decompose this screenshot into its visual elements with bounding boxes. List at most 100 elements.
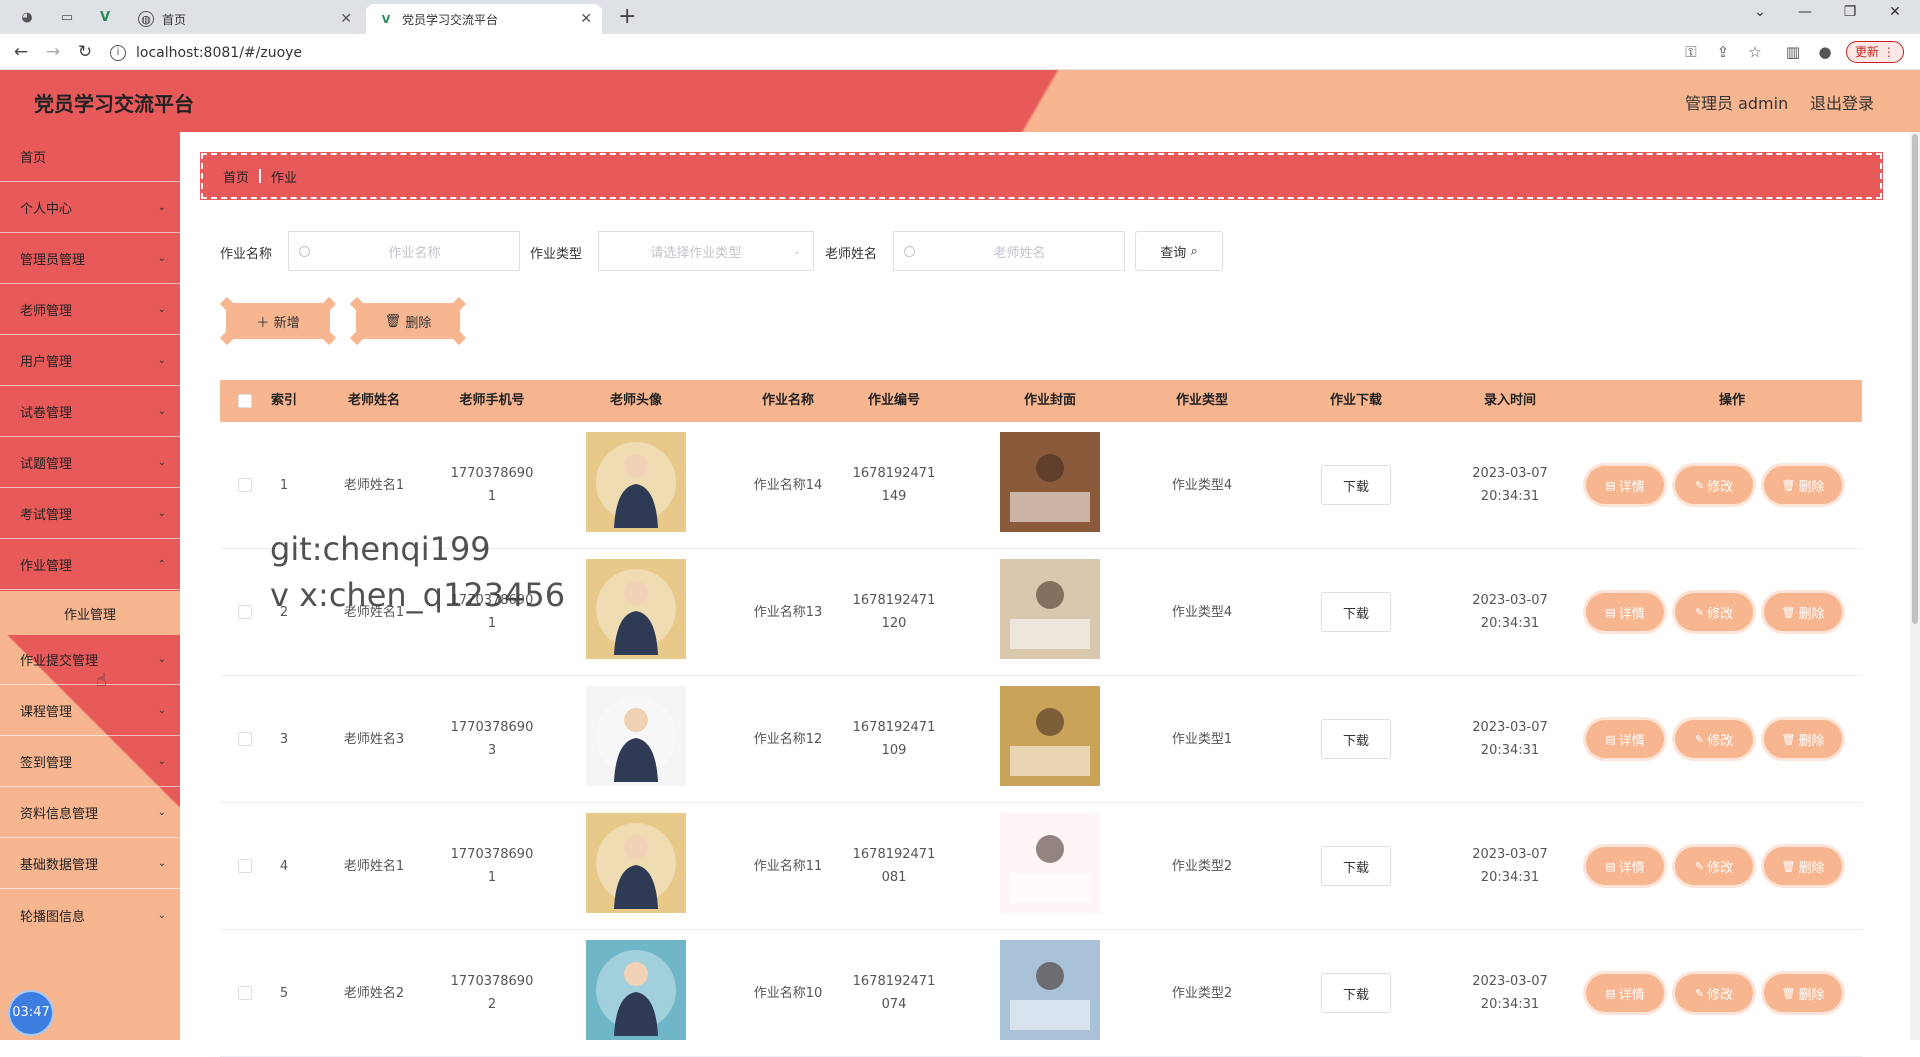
download-button[interactable]: 下载 [1321, 592, 1391, 632]
query-button[interactable]: 查询 ⌕ [1135, 231, 1223, 271]
share-icon[interactable]: ⇪ [1712, 43, 1734, 61]
chevron-down-icon: ⌄ [157, 253, 166, 264]
back-icon[interactable]: ← [10, 42, 32, 62]
teacher-avatar [586, 559, 686, 659]
row-checkbox[interactable] [238, 478, 252, 492]
update-button[interactable]: 更新 ⋮ [1846, 41, 1904, 63]
browser-tab-bar: ◕ ▭ V ◍ 首页 ✕ V 党员学习交流平台 ✕ + ⌄ — ❐ ✕ [0, 0, 1920, 34]
code-line: 081 [881, 870, 907, 885]
pencil-icon: ✎ [1694, 478, 1705, 492]
sidebar-item-home[interactable]: 首页 [0, 132, 180, 182]
minimize-icon[interactable]: — [1785, 4, 1825, 20]
tab-search-icon[interactable]: ⌄ [1740, 4, 1780, 20]
reload-icon[interactable]: ↻ [74, 42, 96, 62]
cell-code: 1678192471 109 [834, 716, 954, 762]
vue-tab-icon[interactable]: V [92, 6, 118, 28]
info-icon[interactable]: i [110, 45, 126, 61]
edit-button[interactable]: ✎ 修改 [1675, 593, 1753, 631]
row-checkbox[interactable] [238, 732, 252, 746]
sidebar-item-submissions[interactable]: 作业提交管理 ⌄ [0, 635, 180, 685]
breadcrumb-home[interactable]: 首页 [223, 167, 249, 186]
tab-active[interactable]: V 党员学习交流平台 ✕ [366, 4, 602, 34]
cell-teacher: 老师姓名3 [343, 732, 405, 747]
url-field[interactable]: i localhost:8081/#/zuoye [110, 41, 1658, 65]
search-name-input[interactable]: 作业名称 [288, 231, 520, 271]
sidebar-item-label: 个人中心 [20, 202, 73, 217]
cell-phone: 1770378690 3 [432, 716, 552, 762]
sidebar-item-checkin[interactable]: 签到管理 ⌄ [0, 737, 180, 787]
time-line: 20:34:31 [1480, 616, 1540, 631]
logout-link[interactable]: 退出登录 [1810, 90, 1874, 114]
forward-icon[interactable]: → [42, 42, 64, 62]
sidebar-item-teachers[interactable]: 老师管理 ⌄ [0, 285, 180, 335]
row-delete-button[interactable]: 🗑 删除 [1764, 847, 1842, 885]
trash-icon: 🗑 [384, 313, 402, 329]
pencil-icon: ✎ [1694, 732, 1705, 746]
delete-label: 删除 [1798, 733, 1825, 749]
row-checkbox[interactable] [238, 986, 252, 1000]
detail-button[interactable]: ▤ 详情 [1586, 593, 1664, 631]
search-type-select[interactable]: 请选择作业类型 ⌄ [598, 231, 814, 271]
sidebar-item-exams[interactable]: 考试管理 ⌄ [0, 489, 180, 539]
sidebar-item-label: 课程管理 [20, 705, 73, 720]
sidebar-item-questions[interactable]: 试题管理 ⌄ [0, 438, 180, 488]
edit-button[interactable]: ✎ 修改 [1675, 466, 1753, 504]
close-window-icon[interactable]: ✕ [1875, 4, 1915, 20]
avatar-figure-icon [596, 950, 676, 1036]
teacher-avatar [586, 813, 686, 913]
row-delete-button[interactable]: 🗑 删除 [1764, 974, 1842, 1012]
sidebar-item-profile[interactable]: 个人中心 ⌄ [0, 183, 180, 233]
search-teacher-input[interactable]: 老师姓名 [893, 231, 1125, 271]
sidepanel-icon[interactable]: ▥ [1782, 43, 1804, 61]
key-icon[interactable]: ⚿ [1680, 43, 1702, 61]
edit-button[interactable]: ✎ 修改 [1675, 720, 1753, 758]
pinned-tab-icon[interactable]: ◕ [14, 6, 40, 28]
decor-corner [321, 296, 337, 312]
download-button[interactable]: 下载 [1321, 465, 1391, 505]
download-button[interactable]: 下载 [1321, 973, 1391, 1013]
delete-label: 删除 [1798, 606, 1825, 622]
close-icon[interactable]: ✕ [340, 11, 352, 27]
star-icon[interactable]: ☆ [1744, 43, 1766, 61]
chevron-down-icon: ⌄ [157, 705, 166, 716]
row-checkbox[interactable] [238, 859, 252, 873]
cover-illustration-icon [1010, 708, 1090, 776]
sidebar-item-admins[interactable]: 管理员管理 ⌄ [0, 234, 180, 284]
tab-home[interactable]: ◍ 首页 ✕ [126, 4, 362, 34]
sidebar-subitem-homework[interactable]: 作业管理 [0, 591, 180, 635]
close-icon[interactable]: ✕ [580, 11, 592, 27]
sidebar-item-basedata[interactable]: 基础数据管理 ⌄ [0, 839, 180, 889]
sidebar-item-papers[interactable]: 试卷管理 ⌄ [0, 387, 180, 437]
detail-button[interactable]: ▤ 详情 [1586, 720, 1664, 758]
hand-cursor-icon: ☝ [96, 670, 107, 691]
sidebar-item-courses[interactable]: 课程管理 ⌄ [0, 686, 180, 736]
row-delete-button[interactable]: 🗑 删除 [1764, 466, 1842, 504]
detail-button[interactable]: ▤ 详情 [1586, 466, 1664, 504]
sidebar-item-materials[interactable]: 资料信息管理 ⌄ [0, 788, 180, 838]
edit-button[interactable]: ✎ 修改 [1675, 974, 1753, 1012]
row-delete-button[interactable]: 🗑 删除 [1764, 593, 1842, 631]
profile-icon[interactable]: ● [1814, 43, 1836, 61]
download-button[interactable]: 下载 [1321, 719, 1391, 759]
cell-time: 2023-03-07 20:34:31 [1450, 589, 1570, 635]
scrollbar[interactable] [1910, 132, 1920, 1040]
pinned-tab-icon[interactable]: ▭ [54, 6, 80, 28]
detail-button[interactable]: ▤ 详情 [1586, 847, 1664, 885]
scrollbar-thumb[interactable] [1912, 134, 1918, 624]
add-button[interactable]: ＋ 新增 [219, 296, 337, 346]
sidebar-item-carousel[interactable]: 轮播图信息 ⌄ [0, 890, 180, 940]
chevron-down-icon: ⌄ [157, 909, 166, 921]
cover-illustration-icon [1010, 581, 1090, 649]
sidebar-item-homework[interactable]: 作业管理 ⌃ [0, 540, 180, 590]
new-tab-button[interactable]: + [618, 4, 636, 29]
homework-cover [1000, 432, 1100, 532]
download-button[interactable]: 下载 [1321, 846, 1391, 886]
row-checkbox[interactable] [238, 605, 252, 619]
sidebar-item-users[interactable]: 用户管理 ⌄ [0, 336, 180, 386]
row-delete-button[interactable]: 🗑 删除 [1764, 720, 1842, 758]
restore-icon[interactable]: ❐ [1830, 4, 1870, 20]
detail-button[interactable]: ▤ 详情 [1586, 974, 1664, 1012]
delete-button[interactable]: 🗑 删除 [349, 296, 467, 346]
edit-button[interactable]: ✎ 修改 [1675, 847, 1753, 885]
code-line: 1678192471 [852, 466, 936, 481]
